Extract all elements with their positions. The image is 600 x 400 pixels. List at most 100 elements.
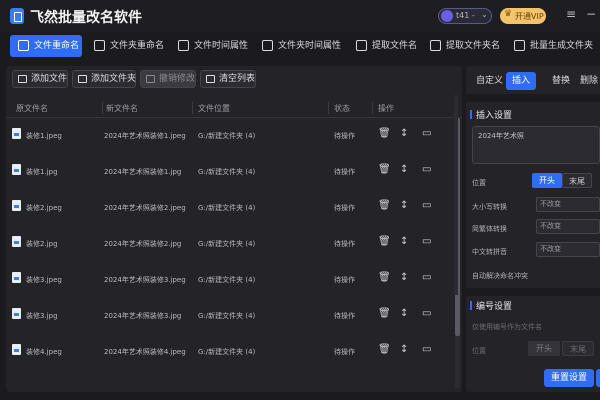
- tab-file-time[interactable]: 文件时间属性: [170, 35, 252, 57]
- add-folder-button[interactable]: 添加文件夹: [72, 70, 136, 88]
- image-file-icon: [12, 128, 21, 139]
- table-row[interactable]: 装修4.jpeg 2024年艺术照装修4.jpeg G:/新建文件夹 (4) 待操作 🗑…: [6, 334, 454, 370]
- auto-resolve-conflict[interactable]: 自动解决命名冲突: [472, 271, 528, 281]
- number-tail-option[interactable]: 末尾: [562, 341, 594, 356]
- delete-icon[interactable]: 🗑: [378, 344, 391, 355]
- position-head-option[interactable]: 开头: [532, 173, 562, 188]
- delete-icon[interactable]: 🗑: [378, 128, 391, 139]
- delete-icon[interactable]: 🗑: [378, 272, 391, 283]
- minimize-icon[interactable]: −: [586, 7, 596, 21]
- tab-replace[interactable]: 替换: [546, 72, 576, 90]
- case-convert-select[interactable]: 不改变: [536, 197, 600, 212]
- reorder-icon[interactable]: ↕: [400, 308, 408, 319]
- trad-simp-select[interactable]: 不改变: [536, 219, 600, 234]
- clear-list-button[interactable]: 清空列表: [200, 70, 256, 88]
- reorder-icon[interactable]: ↕: [400, 164, 408, 175]
- delete-icon[interactable]: 🗑: [378, 236, 391, 247]
- cell-original-name: 装修2.jpeg: [26, 204, 62, 212]
- col-actions: 操作: [378, 104, 394, 113]
- tab-folder-time[interactable]: 文件夹时间属性: [254, 35, 346, 57]
- add-file-icon: [18, 75, 27, 83]
- tab-file-rename[interactable]: 文件重命名: [10, 35, 82, 57]
- menu-icon[interactable]: ≡: [566, 7, 576, 21]
- delete-icon[interactable]: 🗑: [378, 308, 391, 319]
- cell-location: G:/新建文件夹 (4): [198, 204, 256, 212]
- vip-label: 开通VIP: [515, 12, 544, 21]
- col-location: 文件位置: [198, 104, 230, 113]
- cell-status: 待操作: [334, 240, 355, 248]
- column-divider: [102, 102, 103, 114]
- cell-status: 待操作: [334, 204, 355, 212]
- cell-location: G:/新建文件夹 (4): [198, 168, 256, 176]
- cell-new-name: 2024年艺术照装修1.jpeg: [104, 132, 186, 140]
- number-only-hint[interactable]: 仅使用编号作为文件名: [472, 322, 542, 332]
- reorder-icon[interactable]: ↕: [400, 200, 408, 211]
- table-row[interactable]: 装修1.jpg 2024年艺术照装修1.jpg G:/新建文件夹 (4) 待操作 🗑 ↕ ▭: [6, 154, 454, 190]
- table-row[interactable]: 装修2.jpeg 2024年艺术照装修2.jpeg G:/新建文件夹 (4) 待操作 🗑…: [6, 190, 454, 226]
- open-folder-icon[interactable]: ▭: [422, 200, 431, 211]
- column-divider: [192, 102, 193, 114]
- clock-icon: [178, 40, 189, 51]
- tab-label: 文件夹时间属性: [278, 41, 342, 51]
- table-row[interactable]: 装修2.jpg 2024年艺术照装修2.jpg G:/新建文件夹 (4) 待操作 🗑 ↕ ▭: [6, 226, 454, 262]
- table-row[interactable]: 装修3.jpeg 2024年艺术照装修3.jpeg G:/新建文件夹 (4) 待操作 🗑…: [6, 262, 454, 298]
- delete-icon[interactable]: 🗑: [378, 200, 391, 211]
- table-row[interactable]: 装修3.jpg 2024年艺术照装修3.jpg G:/新建文件夹 (4) 待操作 🗑 ↕ ▭: [6, 298, 454, 334]
- section-divider: [466, 94, 600, 102]
- cell-location: G:/新建文件夹 (4): [198, 240, 256, 248]
- image-file-icon: [12, 164, 21, 175]
- panel-scrollbar[interactable]: [454, 95, 458, 295]
- image-file-icon: [12, 344, 21, 355]
- app-logo-icon: [10, 8, 24, 24]
- reorder-icon[interactable]: ↕: [400, 128, 408, 139]
- extract-icon: [356, 40, 367, 51]
- open-folder-icon[interactable]: ▭: [422, 272, 431, 283]
- table-row[interactable]: 装修1.jpeg 2024年艺术照装修1.jpeg G:/新建文件夹 (4) 待操作 🗑…: [6, 118, 454, 154]
- image-file-icon: [12, 236, 21, 247]
- delete-icon[interactable]: 🗑: [378, 164, 391, 175]
- chevron-down-icon: ⌄: [481, 10, 488, 19]
- tab-folder-rename[interactable]: 文件夹重命名: [86, 35, 168, 57]
- number-head-option[interactable]: 开头: [528, 341, 560, 356]
- start-button[interactable]: [596, 369, 600, 387]
- vip-button[interactable]: ♛ 开通VIP: [500, 8, 546, 24]
- reset-settings-button[interactable]: 重置设置: [544, 369, 594, 387]
- open-folder-icon[interactable]: ▭: [422, 128, 431, 139]
- number-position-label: 位置: [472, 347, 486, 355]
- tab-batch-folders[interactable]: 批量生成文件夹: [506, 35, 600, 57]
- col-new-name: 新文件名: [106, 104, 138, 113]
- cell-status: 待操作: [334, 132, 355, 140]
- cell-status: 待操作: [334, 168, 355, 176]
- cell-status: 待操作: [334, 276, 355, 284]
- open-folder-icon[interactable]: ▭: [422, 344, 431, 355]
- cell-new-name: 2024年艺术照装修3.jpg: [104, 312, 182, 320]
- image-file-icon: [12, 272, 21, 283]
- reorder-icon[interactable]: ↕: [400, 236, 408, 247]
- tab-insert[interactable]: 插入: [506, 72, 537, 90]
- open-folder-icon[interactable]: ▭: [422, 308, 431, 319]
- crown-icon: ♛: [504, 9, 513, 19]
- cell-original-name: 装修3.jpg: [26, 312, 58, 320]
- tab-custom[interactable]: 自定义: [470, 72, 509, 90]
- tab-label: 文件时间属性: [194, 41, 249, 51]
- position-tail-option[interactable]: 末尾: [562, 173, 592, 188]
- tab-extract-foldername[interactable]: 提取文件夹名: [422, 35, 504, 57]
- section-accent: [470, 301, 472, 310]
- tab-extract-filename[interactable]: 提取文件名: [348, 35, 420, 57]
- open-folder-icon[interactable]: ▭: [422, 164, 431, 175]
- cell-new-name: 2024年艺术照装修4.jpeg: [104, 348, 186, 356]
- pinyin-select[interactable]: 不改变: [536, 242, 600, 257]
- tab-delete[interactable]: 删除: [574, 72, 600, 90]
- cell-location: G:/新建文件夹 (4): [198, 312, 256, 320]
- tab-label: 批量生成文件夹: [530, 41, 594, 51]
- insert-text-input[interactable]: 2024年艺术照: [472, 126, 600, 164]
- cell-status: 待操作: [334, 348, 355, 356]
- undo-button[interactable]: 撤销修改: [140, 70, 196, 88]
- reorder-icon[interactable]: ↕: [400, 272, 408, 283]
- open-folder-icon[interactable]: ▭: [422, 236, 431, 247]
- add-file-button[interactable]: 添加文件: [12, 70, 68, 88]
- cell-original-name: 装修1.jpg: [26, 168, 58, 176]
- reorder-icon[interactable]: ↕: [400, 344, 408, 355]
- undo-icon: [146, 75, 155, 83]
- user-account-chip[interactable]: t41 - ⌄: [438, 8, 492, 24]
